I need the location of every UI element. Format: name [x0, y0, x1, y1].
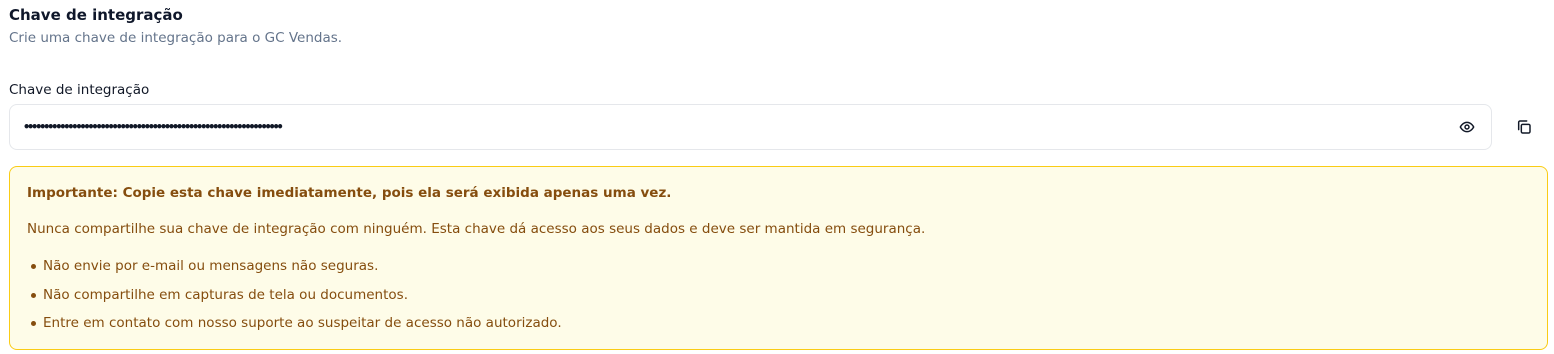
- list-item: Não compartilhe em capturas de tela ou d…: [27, 286, 562, 315]
- section-title: Chave de integração: [9, 6, 183, 24]
- warning-body: Nunca compartilhe sua chave de integraçã…: [27, 221, 926, 237]
- list-item-text: Entre em contato com nosso suporte ao su…: [43, 315, 562, 331]
- bullet-icon: [31, 292, 36, 298]
- list-item: Não envie por e-mail ou mensagens não se…: [27, 257, 562, 286]
- integration-key-label: Chave de integração: [9, 82, 150, 98]
- integration-key-field: [9, 104, 1492, 150]
- bullet-icon: [31, 264, 36, 269]
- warning-list: Não envie por e-mail ou mensagens não se…: [27, 257, 562, 343]
- security-warning: Importante: Copie esta chave imediatamen…: [9, 166, 1548, 350]
- list-item-text: Não envie por e-mail ou mensagens não se…: [43, 258, 379, 274]
- section-subtitle: Crie uma chave de integração para o GC V…: [9, 30, 343, 46]
- list-item: Entre em contato com nosso suporte ao su…: [27, 314, 562, 343]
- list-item-text: Não compartilhe em capturas de tela ou d…: [43, 286, 408, 303]
- warning-title: Importante: Copie esta chave imediatamen…: [27, 185, 672, 201]
- integration-key-section: Chave de integração Crie uma chave de in…: [0, 0, 1554, 354]
- eye-icon[interactable]: [1456, 116, 1478, 138]
- integration-key-input[interactable]: [10, 105, 1456, 149]
- bullet-icon: [31, 321, 36, 326]
- copy-icon[interactable]: [1512, 116, 1536, 138]
